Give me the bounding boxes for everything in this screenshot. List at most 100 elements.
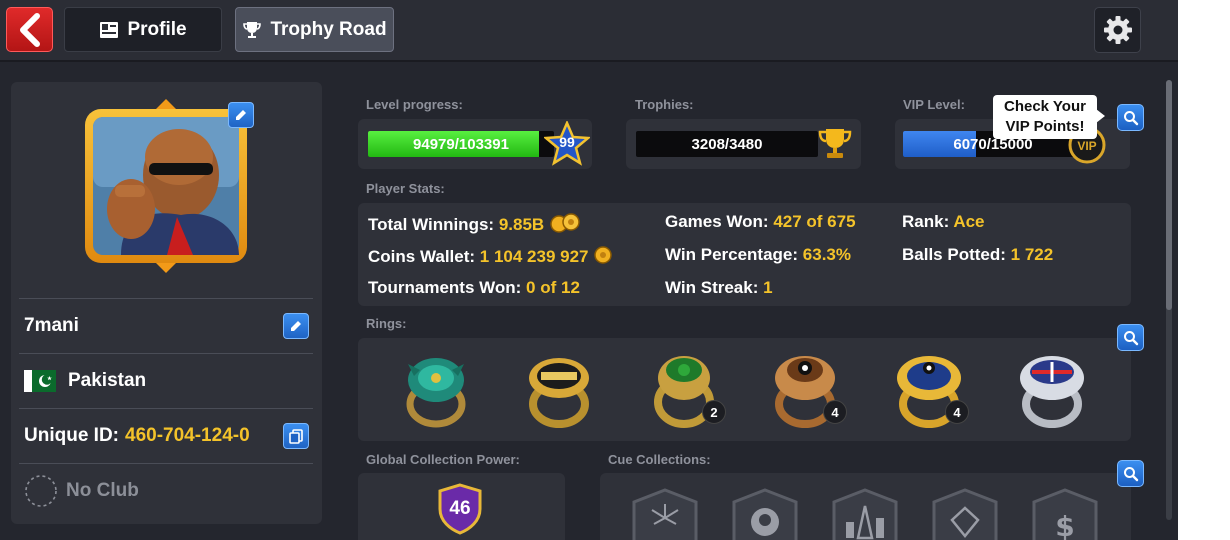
vip-tooltip-line2: VIP Points! — [1005, 118, 1085, 135]
coin-stack-icon — [550, 213, 580, 233]
tab-profile-label: Profile — [127, 18, 187, 40]
level-progress-text: 94979/103391 — [413, 135, 509, 153]
ring-item[interactable] — [523, 350, 595, 430]
profile-card-icon — [100, 21, 119, 38]
top-bar: Profile Trophy Road — [0, 0, 1178, 62]
copy-icon — [289, 429, 303, 444]
player-stats-label: Player Stats: — [366, 181, 445, 196]
cue-collections-label: Cue Collections: — [608, 452, 711, 467]
coins-wallet-label: Coins Wallet: — [368, 247, 476, 266]
landmarks-collection-icon — [832, 488, 898, 540]
trophies-bar: 3208/3480 — [636, 131, 818, 157]
balls-potted-value: 1 722 — [1010, 245, 1054, 264]
club-badge-empty-icon — [25, 474, 57, 507]
level-progress-box: 94979/103391 99 — [358, 119, 592, 169]
ring-count-badge: 4 — [823, 400, 847, 424]
ring-item[interactable]: 4 — [893, 350, 969, 430]
ring-count-badge: 2 — [702, 400, 726, 424]
win-percentage-stat: Win Percentage: 63.3% — [665, 245, 851, 265]
total-winnings-value: 9.85B — [498, 215, 545, 234]
win-percentage-label: Win Percentage: — [665, 245, 799, 264]
balls-potted-label: Balls Potted: — [902, 245, 1006, 264]
cue-collection-item[interactable]: $ — [1030, 488, 1100, 540]
tournaments-won-stat: Tournaments Won: 0 of 12 — [368, 278, 580, 298]
player-card: 7mani Pakistan Unique ID: 460-704-124-0 — [11, 82, 322, 524]
level-progress-bar: 94979/103391 — [368, 131, 554, 157]
pencil-icon — [236, 110, 246, 120]
scrollbar-thumb[interactable] — [1166, 80, 1172, 310]
club-name: No Club — [66, 479, 139, 501]
back-button[interactable] — [6, 7, 53, 52]
trophy-road-screen: Profile Trophy Road 7mani Pakistan Uniqu… — [0, 0, 1178, 540]
ring-count-badge: 4 — [945, 400, 969, 424]
games-won-label: Games Won: — [665, 212, 769, 231]
svg-text:$: $ — [1055, 510, 1074, 540]
trophies-label: Trophies: — [635, 97, 694, 112]
club-row[interactable]: No Club — [19, 463, 313, 517]
rank-label: Rank: — [902, 212, 950, 231]
avatar-portrait-icon — [85, 99, 247, 273]
copy-id-button[interactable] — [283, 423, 309, 449]
tab-trophy-road-label: Trophy Road — [270, 18, 387, 40]
gear-icon — [1103, 16, 1132, 44]
country-row: Pakistan — [19, 353, 313, 407]
trophy-icon — [243, 21, 262, 38]
cue-collection-item[interactable] — [830, 488, 900, 540]
rings-search-button[interactable] — [1117, 324, 1144, 351]
win-streak-stat: Win Streak: 1 — [665, 278, 773, 298]
win-percentage-value: 63.3% — [802, 245, 851, 264]
games-won-value: 427 of 675 — [773, 212, 856, 231]
cue-collections-search-button[interactable] — [1117, 460, 1144, 487]
ring-item[interactable]: 4 — [771, 350, 847, 430]
edit-name-button[interactable] — [283, 313, 309, 339]
vip-points-tooltip[interactable]: Check Your VIP Points! — [993, 95, 1105, 139]
pakistan-flag-icon — [24, 369, 56, 392]
global-collection-power-label: Global Collection Power: — [366, 452, 520, 467]
level-star-badge: 99 — [544, 121, 590, 167]
settings-button[interactable] — [1094, 7, 1141, 53]
cue-collection-item[interactable] — [630, 488, 700, 540]
gem-collection-icon — [932, 488, 998, 540]
cue-collection-item[interactable] — [930, 488, 1000, 540]
scrollbar[interactable] — [1166, 80, 1172, 520]
svg-text:VIP: VIP — [1077, 139, 1096, 153]
champions-ring-icon — [529, 358, 589, 428]
ring-item[interactable]: 2 — [650, 350, 726, 430]
coin-icon — [594, 246, 612, 264]
tab-profile[interactable]: Profile — [64, 7, 222, 52]
unique-id-row: Unique ID: 460-704-124-0 — [19, 408, 313, 462]
rings-label: Rings: — [366, 316, 407, 331]
level-number: 99 — [559, 134, 575, 150]
win-streak-value: 1 — [763, 278, 773, 297]
country-name: Pakistan — [68, 369, 147, 391]
trophies-box: 3208/3480 — [626, 119, 861, 169]
cue-collection-item[interactable] — [730, 488, 800, 540]
dragon-ring-icon — [406, 358, 466, 428]
ring-item[interactable] — [400, 350, 472, 430]
vip-level-label: VIP Level: — [903, 97, 965, 112]
fireworks-collection-icon — [632, 488, 698, 540]
coins-wallet-value: 1 104 239 927 — [479, 247, 589, 266]
edit-avatar-button[interactable] — [228, 102, 254, 128]
dollar-collection-icon: $ — [1032, 488, 1098, 540]
rank-value: Ace — [953, 212, 985, 231]
unique-id-label: Unique ID: — [24, 424, 119, 446]
global-collection-power-box: 46 — [358, 473, 565, 540]
balls-potted-stat: Balls Potted: 1 722 — [902, 245, 1053, 265]
unique-id-value: 460-704-124-0 — [125, 424, 250, 446]
trophies-text: 3208/3480 — [691, 135, 763, 153]
silver-flag-ring-icon — [1020, 356, 1084, 428]
chevron-left-icon — [19, 12, 40, 47]
player-name: 7mani — [24, 314, 79, 336]
global-collection-power-value: 46 — [449, 498, 471, 519]
tab-trophy-road[interactable]: Trophy Road — [235, 7, 394, 52]
ring-item[interactable] — [1016, 350, 1088, 430]
avatar[interactable] — [81, 97, 251, 275]
vip-search-button[interactable] — [1117, 104, 1144, 131]
win-streak-label: Win Streak: — [665, 278, 759, 297]
search-icon — [1123, 466, 1138, 481]
coins-wallet-stat: Coins Wallet: 1 104 239 927 — [368, 245, 613, 267]
trophy-cup-icon — [818, 129, 852, 158]
search-icon — [1123, 330, 1138, 345]
total-winnings-label: Total Winnings: — [368, 215, 495, 234]
